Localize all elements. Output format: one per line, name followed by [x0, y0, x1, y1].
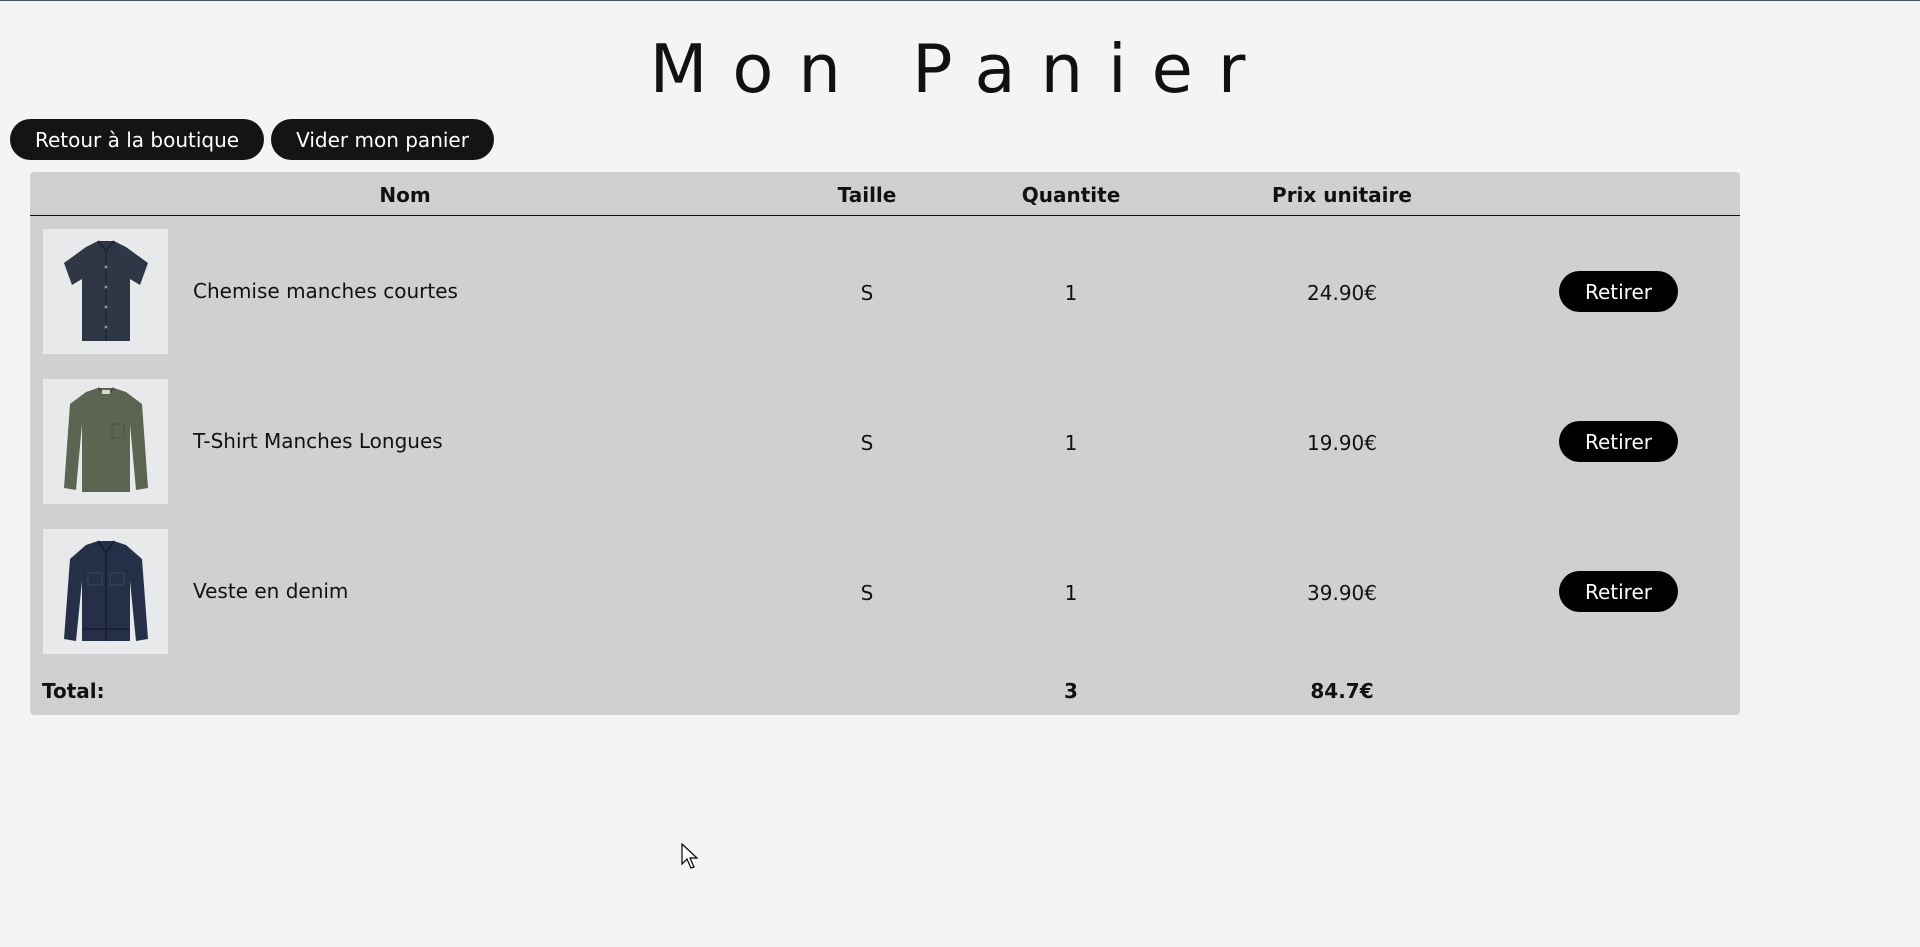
- total-label: Total:: [42, 679, 105, 703]
- table-row: Veste en denim S 1 39.90€ Retirer: [30, 529, 1740, 655]
- header-unit-price: Prix unitaire: [1272, 183, 1412, 207]
- item-name: T-Shirt Manches Longues: [193, 429, 443, 453]
- mouse-cursor-icon: [681, 842, 701, 875]
- denim-jacket-image: [43, 529, 168, 654]
- item-size: S: [860, 281, 874, 305]
- long-sleeve-tshirt-image: [43, 379, 168, 504]
- table-row: T-Shirt Manches Longues S 1 19.90€ Retir…: [30, 379, 1740, 505]
- item-price: 24.90€: [1307, 281, 1377, 305]
- header-name: Nom: [379, 183, 431, 207]
- header-quantity: Quantite: [1021, 183, 1121, 207]
- clear-cart-button[interactable]: Vider mon panier: [271, 119, 494, 160]
- remove-item-button[interactable]: Retirer: [1559, 571, 1678, 612]
- item-quantity: 1: [1064, 431, 1078, 455]
- page-title: Mon Panier: [649, 30, 1271, 108]
- table-row: Chemise manches courtes S 1 24.90€ Retir…: [30, 229, 1740, 355]
- item-quantity: 1: [1064, 581, 1078, 605]
- short-sleeve-shirt-image: [43, 229, 168, 354]
- item-name: Veste en denim: [193, 579, 349, 603]
- item-quantity: 1: [1064, 281, 1078, 305]
- total-quantity: 3: [1064, 679, 1078, 703]
- top-actions: Retour à la boutique Vider mon panier: [10, 119, 494, 160]
- back-to-shop-button[interactable]: Retour à la boutique: [10, 119, 265, 160]
- item-price: 39.90€: [1307, 581, 1377, 605]
- item-name: Chemise manches courtes: [193, 279, 458, 303]
- cart-table: Nom Taille Quantite Prix unitaire Chemis…: [30, 172, 1740, 715]
- total-price: 84.7€: [1310, 679, 1374, 703]
- remove-item-button[interactable]: Retirer: [1559, 271, 1678, 312]
- item-size: S: [860, 431, 874, 455]
- item-price: 19.90€: [1307, 431, 1377, 455]
- header-size: Taille: [837, 183, 897, 207]
- cart-table-header: Nom Taille Quantite Prix unitaire: [30, 172, 1740, 216]
- remove-item-button[interactable]: Retirer: [1559, 421, 1678, 462]
- item-size: S: [860, 581, 874, 605]
